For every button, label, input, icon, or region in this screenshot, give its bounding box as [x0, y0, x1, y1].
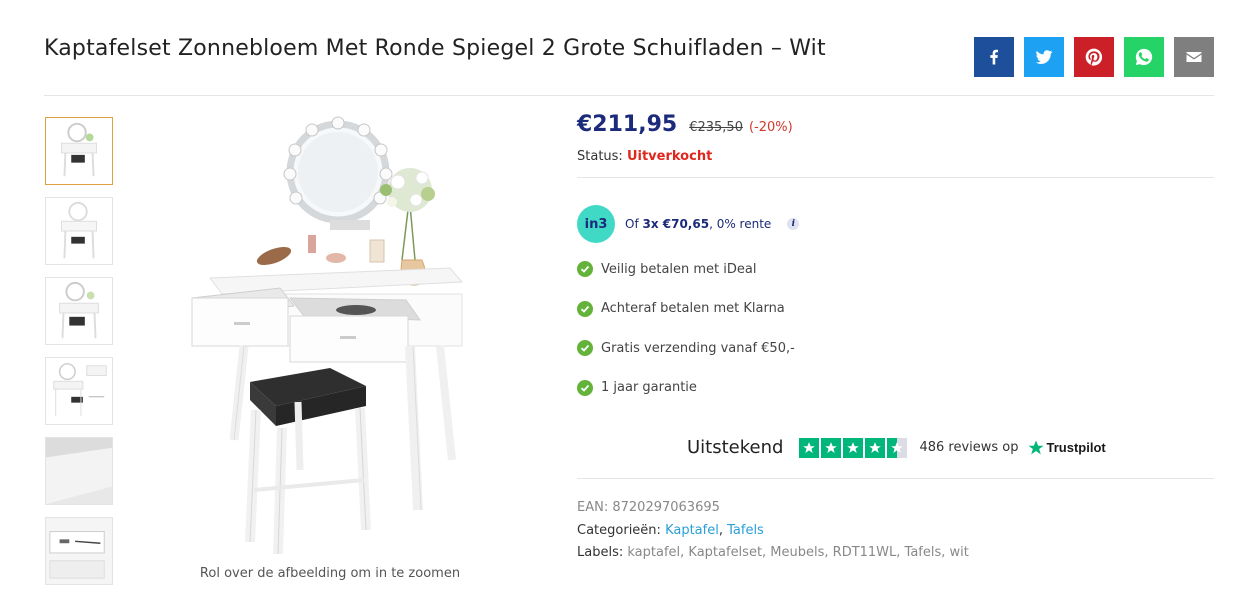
trustpilot-brand: Trustpilot	[1046, 440, 1106, 455]
labels-row: Labels: kaptafel, Kaptafelset, Meubels, …	[577, 542, 969, 565]
mail-icon	[1186, 52, 1202, 62]
header-divider	[44, 95, 1214, 96]
thumbnail-2[interactable]	[45, 197, 113, 265]
share-whatsapp-button[interactable]	[1124, 37, 1164, 77]
usp-label: Veilig betalen met iDeal	[601, 261, 757, 277]
in3-payment-info: in3 Of 3x €70,65, 0% rente i	[577, 205, 1214, 243]
labels-value[interactable]: kaptafel, Kaptafelset, Meubels, RDT11WL,…	[627, 545, 969, 560]
in3-logo: in3	[577, 205, 615, 243]
detail-thumbnail-image	[46, 438, 112, 504]
category-link[interactable]: Tafels	[727, 523, 764, 538]
flower-vase-illustration	[380, 168, 435, 286]
product-title: Kaptafelset Zonnebloem Met Ronde Spiegel…	[44, 36, 826, 61]
trustpilot-widget[interactable]: Uitstekend 486 reviews op Trustpilot	[687, 437, 1106, 458]
usp-item: Achteraf betalen met Klarna	[577, 299, 1214, 319]
trustpilot-review-count: 486 reviews op	[919, 440, 1019, 455]
in3-installment: 3x €70,65	[642, 217, 710, 231]
thumbnail-4[interactable]	[45, 357, 113, 425]
share-twitter-button[interactable]	[1024, 37, 1064, 77]
vanity-dimensions-thumbnail-image	[53, 363, 107, 417]
usp-label: Achteraf betalen met Klarna	[601, 301, 785, 316]
categories-label: Categorieën:	[577, 522, 661, 538]
discount-badge: (-20%)	[748, 120, 793, 135]
check-icon	[577, 261, 593, 277]
status-label: Status:	[577, 149, 623, 164]
categories-row: Categorieën: Kaptafel, Tafels	[577, 522, 764, 538]
in3-suffix: , 0% rente	[709, 217, 772, 231]
check-icon	[577, 300, 593, 317]
trustpilot-stars	[799, 437, 908, 458]
whatsapp-icon	[1135, 48, 1153, 66]
ean-value: 8720297063695	[612, 500, 720, 515]
labels-label: Labels:	[577, 545, 624, 560]
trustpilot-star-icon	[1028, 440, 1043, 454]
price-row: €211,95 €235,50 (-20%)	[577, 112, 1214, 137]
vanity-thumbnail-image	[59, 281, 99, 339]
facebook-icon	[990, 49, 998, 65]
mirror-illustration	[283, 116, 393, 230]
pinterest-icon	[1085, 48, 1103, 66]
usp-item: Gratis verzending vanaf €50,-	[577, 338, 1214, 358]
star-icon	[799, 437, 820, 458]
drawer-detail-thumbnail-image	[46, 518, 112, 584]
thumbnail-3[interactable]	[45, 277, 113, 345]
stock-status: Status: Uitverkocht	[577, 149, 1214, 164]
check-icon	[577, 379, 593, 396]
product-main-image[interactable]	[170, 110, 500, 560]
current-price: €211,95	[577, 112, 678, 137]
category-link[interactable]: Kaptafel	[665, 523, 719, 538]
thumbnail-gallery	[45, 117, 113, 595]
thumbnail-5[interactable]	[45, 437, 113, 505]
star-icon	[821, 437, 842, 458]
zoom-hint: Rol over de afbeelding om in te zoomen	[199, 566, 461, 581]
in3-prefix: Of	[625, 217, 643, 231]
trustpilot-logo: Trustpilot	[1027, 439, 1106, 457]
share-buttons	[974, 37, 1214, 77]
trustpilot-rating-label: Uitstekend	[687, 437, 784, 458]
usp-item: 1 jaar garantie	[577, 378, 1214, 398]
vanity-thumbnail-image	[61, 122, 97, 177]
check-icon	[577, 340, 593, 356]
in3-text: Of 3x €70,65, 0% rente	[625, 217, 771, 231]
divider	[577, 177, 1214, 178]
half-star-icon	[887, 437, 908, 458]
usp-list: Veilig betalen met iDeal Achteraf betale…	[577, 259, 1214, 398]
star-icon	[843, 437, 864, 458]
ean-row: EAN: 8720297063695	[577, 497, 969, 520]
usp-label: Gratis verzending vanaf €50,-	[601, 340, 795, 356]
status-value: Uitverkocht	[626, 149, 713, 164]
divider	[577, 478, 1214, 479]
usp-label: 1 jaar garantie	[601, 380, 697, 395]
thumbnail-1[interactable]	[45, 117, 113, 185]
share-email-button[interactable]	[1174, 37, 1214, 77]
thumbnail-6[interactable]	[45, 517, 113, 585]
share-facebook-button[interactable]	[974, 37, 1014, 77]
info-icon[interactable]: i	[787, 218, 800, 230]
twitter-icon	[1035, 50, 1053, 64]
usp-item: Veilig betalen met iDeal	[577, 259, 1214, 279]
product-meta: EAN: 8720297063695 Categorieën: Kaptafel…	[577, 497, 969, 565]
vanity-thumbnail-image	[61, 201, 97, 259]
ean-label: EAN:	[577, 500, 609, 515]
star-icon	[865, 437, 886, 458]
share-pinterest-button[interactable]	[1074, 37, 1114, 77]
old-price: €235,50	[689, 120, 743, 135]
product-info: €211,95 €235,50 (-20%) Status: Uitverkoc…	[577, 112, 1214, 560]
stool-illustration	[245, 368, 371, 555]
